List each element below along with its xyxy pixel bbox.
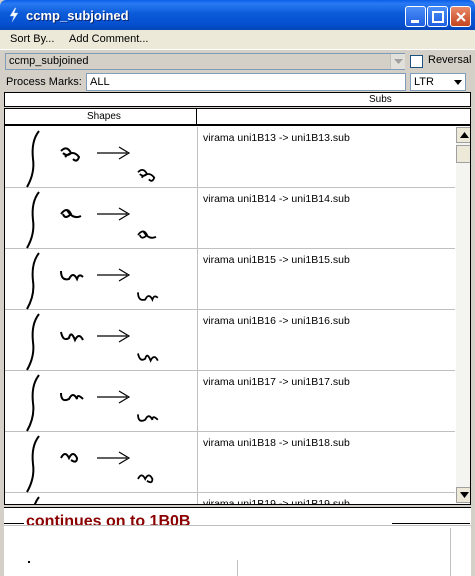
divider (4, 523, 24, 524)
table-row[interactable]: virama uni1B19 -> uni1B19.sub (5, 493, 455, 505)
maximize-icon (432, 11, 444, 23)
menu-sort-by[interactable]: Sort By... (10, 33, 54, 45)
table-row[interactable]: virama uni1B18 -> uni1B18.sub (5, 432, 455, 493)
shape-cell (5, 188, 198, 249)
window-title: ccmp_subjoined (26, 8, 129, 23)
lookup-select[interactable]: ccmp_subjoined (5, 53, 405, 70)
lookup-dropdown-button[interactable] (390, 54, 405, 69)
close-icon (456, 12, 466, 22)
chevron-down-icon[interactable] (451, 75, 465, 89)
divider (450, 528, 451, 576)
comment-pane[interactable]: continues on to 1B0B (4, 507, 471, 576)
glyph-shape-icon (26, 435, 154, 493)
dot-mark (28, 561, 30, 563)
table-row[interactable]: virama uni1B14 -> uni1B14.sub (5, 188, 455, 249)
column-divider[interactable] (196, 109, 197, 125)
glyph-shape-icon (26, 252, 159, 310)
table-row[interactable]: virama uni1B16 -> uni1B16.sub (5, 310, 455, 371)
process-marks-label: Process Marks: (6, 76, 82, 88)
shape-cell (5, 127, 198, 188)
menu-bar: Sort By... Add Comment... (0, 30, 475, 50)
substitution-rule: virama uni1B17 -> uni1B17.sub (203, 376, 350, 388)
reversal-checkbox[interactable] (410, 55, 423, 68)
scroll-thumb[interactable] (456, 145, 470, 163)
subs-column-header[interactable]: Subs (369, 94, 392, 105)
minimize-button[interactable] (405, 6, 426, 27)
shapes-header-row: Shapes (4, 108, 471, 125)
scroll-up-button[interactable] (456, 127, 470, 143)
shapes-column-header[interactable]: Shapes (87, 111, 121, 122)
scroll-down-button[interactable] (456, 487, 470, 503)
glyph-shape-icon (26, 191, 157, 249)
substitution-table: virama uni1B13 -> uni1B13.sub virama uni1… (4, 125, 471, 505)
lightning-icon (9, 7, 19, 23)
divider (392, 523, 470, 524)
table-row[interactable]: virama uni1B13 -> uni1B13.sub (5, 127, 455, 188)
shape-cell (5, 371, 198, 432)
subs-header-row: Subs (4, 92, 471, 107)
minimize-icon (411, 20, 419, 23)
glyph-shape-icon (26, 313, 159, 371)
substitution-rule: virama uni1B14 -> uni1B14.sub (203, 193, 350, 205)
vertical-scrollbar[interactable] (456, 127, 470, 503)
glyph-shape-icon (33, 496, 40, 504)
substitution-rule: virama uni1B18 -> uni1B18.sub (203, 437, 350, 449)
chevron-down-icon (460, 492, 469, 498)
process-marks-input[interactable]: ALL (86, 73, 406, 91)
title-bar[interactable]: ccmp_subjoined (0, 0, 475, 30)
shape-cell (5, 310, 198, 371)
substitution-rule: virama uni1B16 -> uni1B16.sub (203, 315, 350, 327)
shape-cell (5, 493, 198, 504)
chevron-up-icon (460, 132, 469, 138)
substitution-rule: virama uni1B13 -> uni1B13.sub (203, 132, 350, 144)
shape-cell (5, 249, 198, 310)
substitution-rule: virama uni1B15 -> uni1B15.sub (203, 254, 350, 266)
table-row[interactable]: virama uni1B15 -> uni1B15.sub (5, 249, 455, 310)
direction-value: LTR (414, 76, 434, 88)
menu-add-comment[interactable]: Add Comment... (69, 33, 148, 45)
substitution-rule: virama uni1B19 -> uni1B19.sub (203, 498, 350, 505)
shape-cell (5, 432, 198, 493)
close-button[interactable] (450, 6, 471, 27)
chevron-down-icon (394, 59, 403, 64)
glyph-shape-icon (26, 374, 159, 432)
maximize-button[interactable] (427, 6, 448, 27)
reversal-label: Reversal (428, 54, 472, 66)
glyph-shape-icon (26, 130, 156, 188)
table-row[interactable]: virama uni1B17 -> uni1B17.sub (5, 371, 455, 432)
divider (237, 560, 238, 576)
